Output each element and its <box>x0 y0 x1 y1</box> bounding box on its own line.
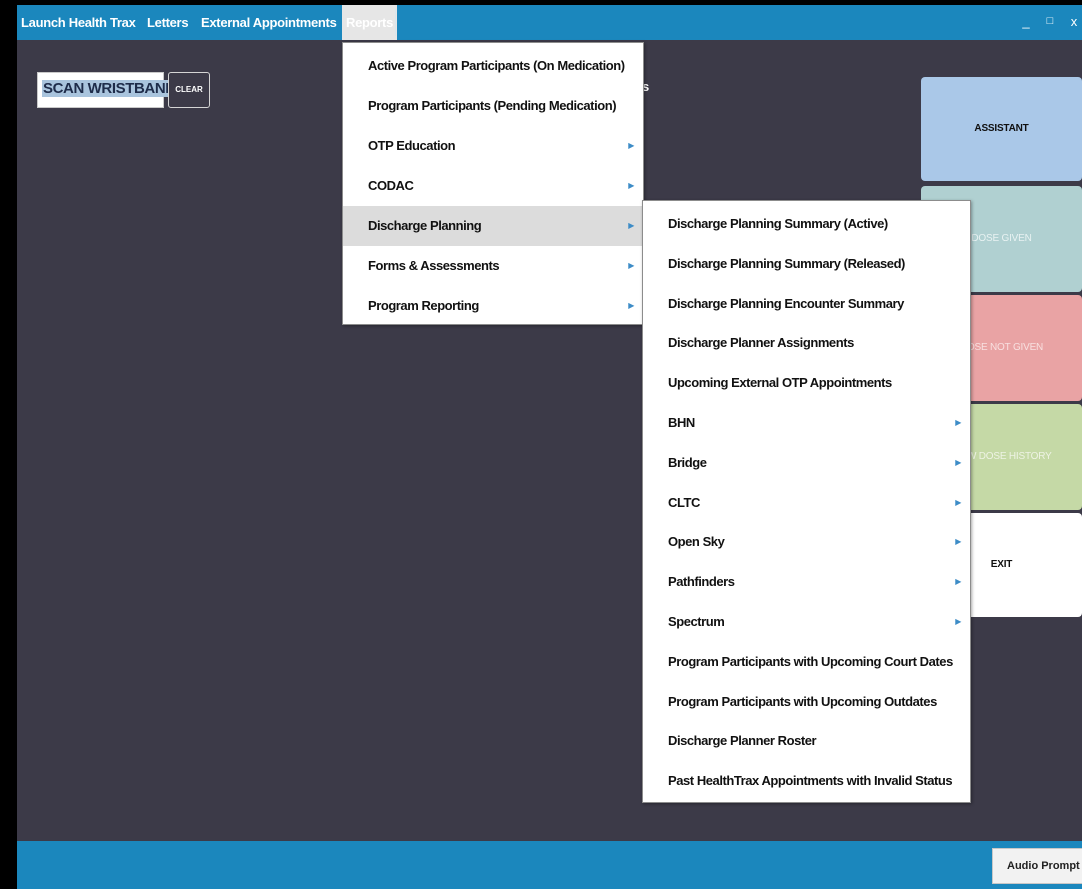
menu-item-program-participants-with-upcoming-outdates[interactable]: Program Participants with Upcoming Outda… <box>643 682 970 722</box>
menu-letters[interactable]: Letters <box>143 5 192 40</box>
menu-item-discharge-planning-summary-released[interactable]: Discharge Planning Summary (Released) <box>643 244 970 284</box>
menu-item-label: BHN <box>668 414 695 430</box>
menu-item-open-sky[interactable]: Open Sky ▶ <box>643 522 970 562</box>
menu-item-pathfinders[interactable]: Pathfinders ▶ <box>643 562 970 602</box>
menu-item-label: Program Participants with Upcoming Court… <box>668 653 953 669</box>
menu-reports[interactable]: Reports <box>342 5 398 40</box>
menu-item-codac[interactable]: CODAC ▶ <box>343 166 643 206</box>
submenu-arrow-icon: ▶ <box>628 181 634 190</box>
submenu-arrow-icon: ▶ <box>955 577 961 587</box>
menu-item-active-program-participants-on-medication[interactable]: Active Program Participants (On Medicati… <box>343 46 643 86</box>
menu-item-program-reporting[interactable]: Program Reporting ▶ <box>343 286 643 326</box>
clear-button[interactable]: CLEAR <box>168 72 210 108</box>
minimize-icon[interactable]: _ <box>1017 5 1035 40</box>
menu-item-program-participants-pending-medication[interactable]: Program Participants (Pending Medication… <box>343 86 643 126</box>
menu-item-label: Discharge Planning Summary (Released) <box>668 255 905 271</box>
menu-item-label: Discharge Planner Roster <box>668 733 817 749</box>
menu-item-label: Program Participants with Upcoming Outda… <box>668 693 937 709</box>
menu-item-label: Bridge <box>668 454 707 470</box>
assistant-button[interactable]: ASSISTANT <box>921 77 1082 181</box>
app-window: Launch Health Trax Letters External Appo… <box>17 5 1082 889</box>
menu-item-program-participants-with-upcoming-court-dates[interactable]: Program Participants with Upcoming Court… <box>643 642 970 682</box>
menu-item-label: Open Sky <box>668 534 725 550</box>
submenu-arrow-icon: ▶ <box>628 141 634 150</box>
menu-item-upcoming-external-otp-appointments[interactable]: Upcoming External OTP Appointments <box>643 363 970 403</box>
menu-item-spectrum[interactable]: Spectrum ▶ <box>643 602 970 642</box>
menu-launch-health-trax[interactable]: Launch Health Trax <box>17 5 140 40</box>
submenu-arrow-icon: ▶ <box>628 221 634 230</box>
close-icon[interactable]: x <box>1065 5 1082 40</box>
menu-item-label: Past HealthTrax Appointments with Invali… <box>668 773 953 789</box>
menu-item-label: CODAC <box>368 178 414 193</box>
maximize-icon[interactable]: □ <box>1041 5 1059 40</box>
menu-item-label: Discharge Planning <box>368 218 482 233</box>
submenu-arrow-icon: ▶ <box>955 497 961 507</box>
menu-item-otp-education[interactable]: OTP Education ▶ <box>343 126 643 166</box>
submenu-arrow-icon: ▶ <box>955 616 961 626</box>
menu-item-label: Discharge Planning Encounter Summary <box>668 295 904 311</box>
menu-item-label: OTP Education <box>368 138 456 153</box>
menu-item-label: Active Program Participants (On Medicati… <box>368 58 625 73</box>
menu-item-label: Pathfinders <box>668 574 735 590</box>
menu-item-label: Forms & Assessments <box>368 258 500 273</box>
submenu-arrow-icon: ▶ <box>955 537 961 547</box>
menu-item-label: Program Participants (Pending Medication… <box>368 98 617 113</box>
scan-wristband-input[interactable]: SCAN WRISTBAND <box>37 72 177 108</box>
top-menu-bar: Launch Health Trax Letters External Appo… <box>17 5 1082 40</box>
menu-item-bridge[interactable]: Bridge ▶ <box>643 443 970 483</box>
menu-separator <box>395 9 396 36</box>
bottom-status-bar: Audio Prompt On <box>17 841 1082 889</box>
menu-item-label: CLTC <box>668 494 700 510</box>
audio-prompt-button[interactable]: Audio Prompt On <box>992 848 1082 884</box>
menu-item-label: Discharge Planner Assignments <box>668 335 854 351</box>
menu-item-bhn[interactable]: BHN ▶ <box>643 403 970 443</box>
menu-item-discharge-planner-assignments[interactable]: Discharge Planner Assignments <box>643 323 970 363</box>
submenu-arrow-icon: ▶ <box>628 301 634 310</box>
reports-dropdown-menu: Active Program Participants (On Medicati… <box>342 42 644 325</box>
menu-item-past-healthtrax-appointments-with-invalid-status[interactable]: Past HealthTrax Appointments with Invali… <box>643 761 970 801</box>
scan-wristband-value: SCAN WRISTBAND <box>42 80 177 97</box>
menu-item-label: Upcoming External OTP Appointments <box>668 375 892 391</box>
submenu-arrow-icon: ▶ <box>628 261 634 270</box>
discharge-planning-submenu: Discharge Planning Summary (Active) Disch… <box>642 200 971 803</box>
menu-item-discharge-planning[interactable]: Discharge Planning ▶ <box>343 206 643 246</box>
menu-item-label: Spectrum <box>668 613 725 629</box>
menu-item-label: Discharge Planning Summary (Active) <box>668 216 888 231</box>
menu-item-label: Program Reporting <box>368 298 479 313</box>
menu-item-discharge-planner-roster[interactable]: Discharge Planner Roster <box>643 721 970 761</box>
menu-external-appointments[interactable]: External Appointments <box>197 5 341 40</box>
submenu-arrow-icon: ▶ <box>955 417 961 427</box>
menu-item-discharge-planning-encounter-summary[interactable]: Discharge Planning Encounter Summary <box>643 284 970 324</box>
menu-item-forms-and-assessments[interactable]: Forms & Assessments ▶ <box>343 246 643 286</box>
menu-item-cltc[interactable]: CLTC ▶ <box>643 483 970 523</box>
submenu-arrow-icon: ▶ <box>955 457 961 467</box>
menu-item-discharge-planning-summary-active[interactable]: Discharge Planning Summary (Active) <box>643 204 970 244</box>
